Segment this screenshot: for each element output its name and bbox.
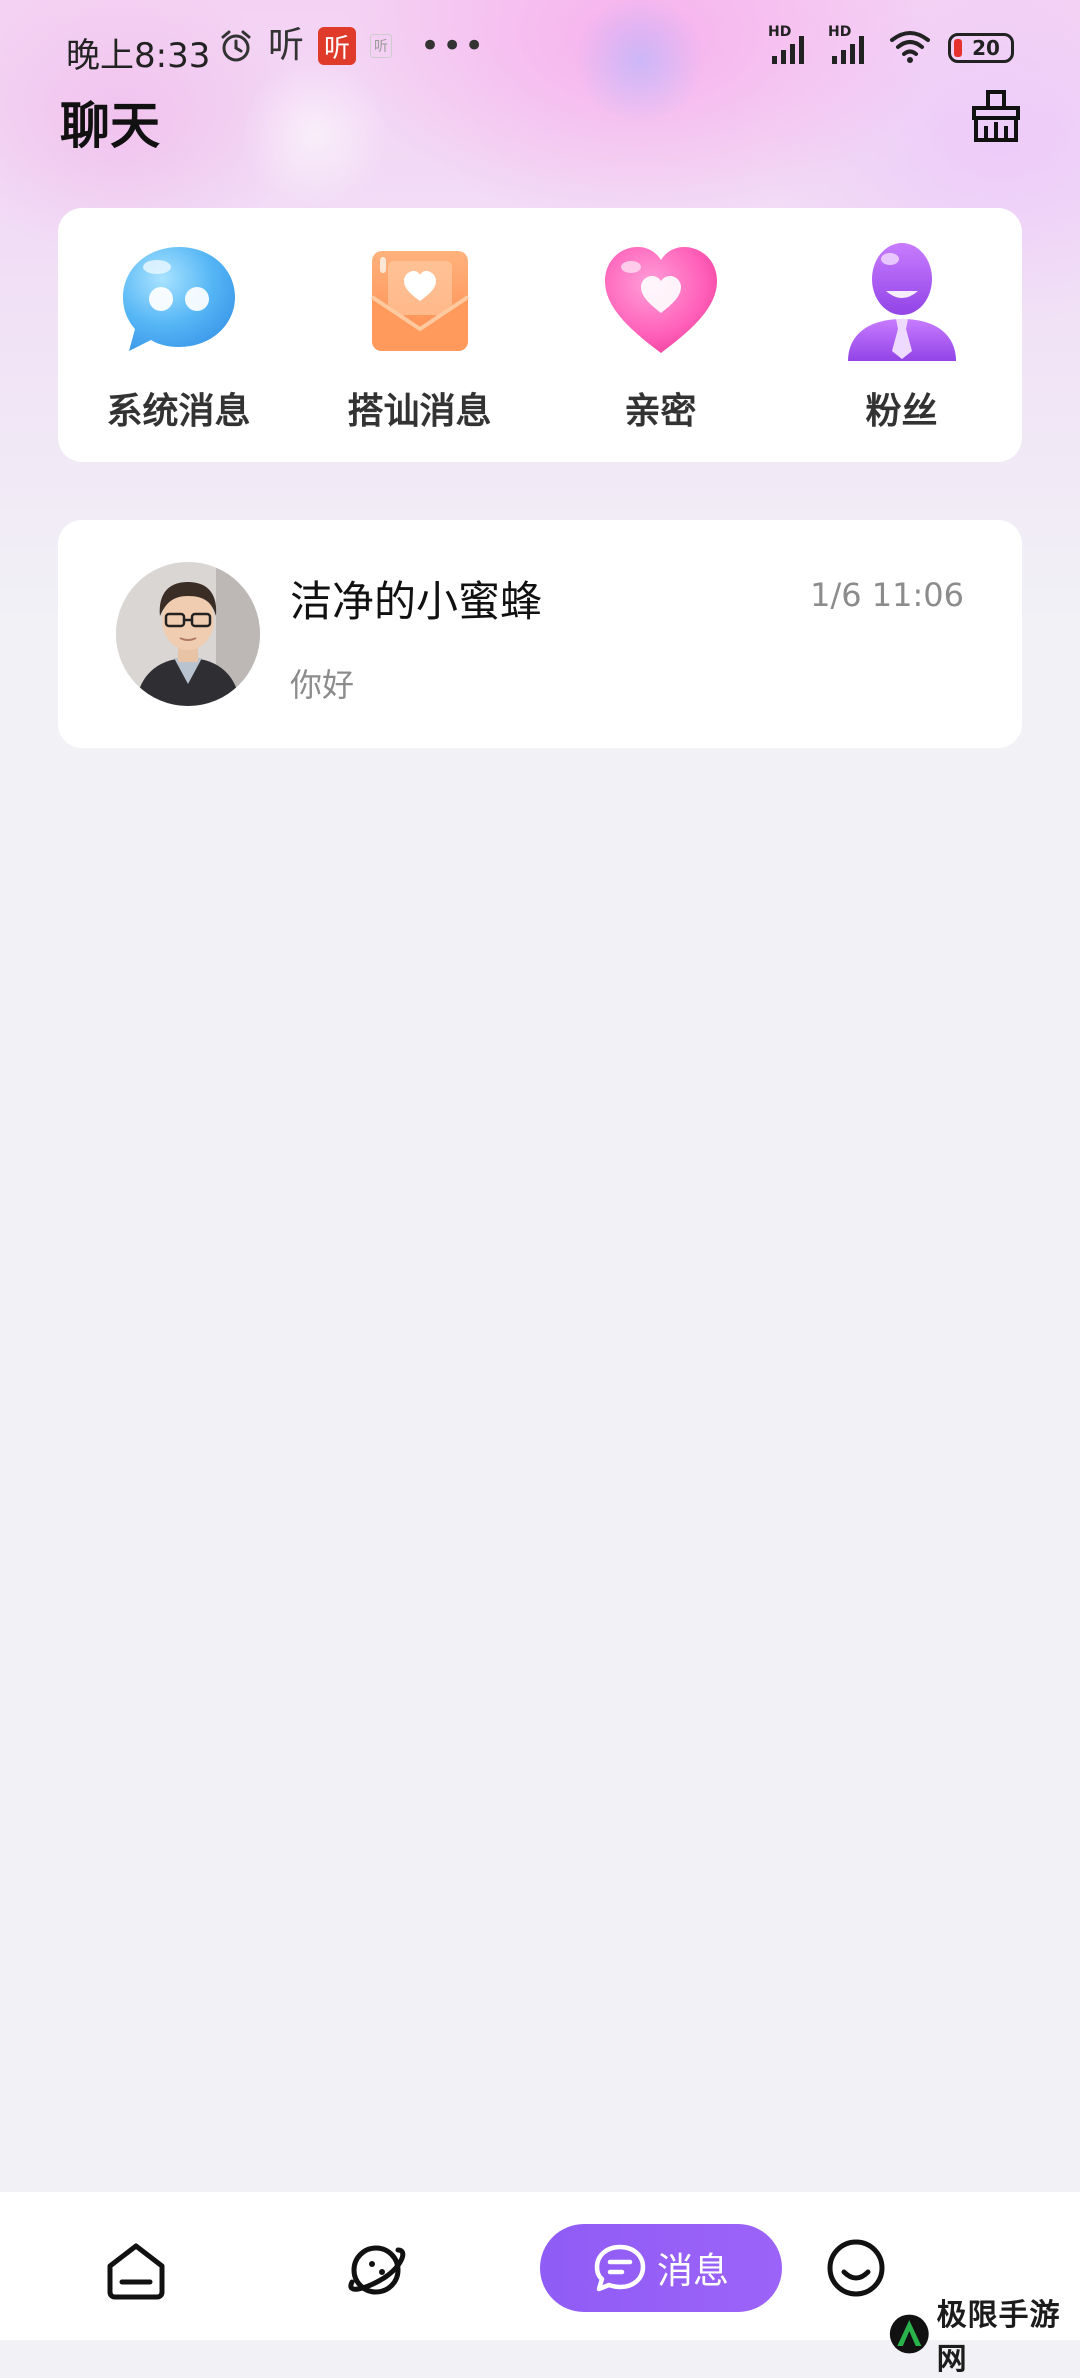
broom-icon	[972, 90, 1020, 142]
quick-entry-label: 粉丝	[865, 391, 938, 432]
quick-entry-label: 搭讪消息	[347, 391, 492, 432]
conversation-preview: 你好	[290, 666, 355, 704]
status-system-icons: HD HD 20	[768, 24, 1014, 68]
battery-icon: 20	[948, 33, 1014, 63]
watermark-text: 极限手游网	[936, 2298, 1061, 2377]
smiley-face-icon	[827, 2239, 885, 2297]
conversation-name: 洁净的小蜜蜂	[290, 577, 543, 626]
quick-entry-fans[interactable]: 粉丝	[802, 236, 1002, 434]
nav-home-button[interactable]	[100, 2234, 172, 2306]
nav-profile-button[interactable]	[820, 2232, 892, 2304]
watermark-logo-icon	[889, 2314, 929, 2354]
quick-entries-card: 系统消息 搭讪消息 亲密 粉丝	[58, 208, 1022, 462]
status-notification-icons: 听 听 听 •••	[218, 26, 486, 66]
ting-app-icon: 听	[268, 25, 305, 66]
chat-bubble-icon	[114, 236, 244, 366]
nav-messages-label: 消息	[656, 2251, 729, 2292]
nav-messages-button[interactable]: 消息	[540, 2224, 782, 2312]
header: 聊天	[0, 80, 1080, 160]
battery-level: 20	[972, 36, 1000, 60]
status-time: 晚上8:33	[66, 36, 211, 76]
avatar[interactable]	[116, 562, 260, 706]
watermark: 极限手游网	[888, 2290, 1080, 2378]
page-title: 聊天	[60, 97, 160, 155]
more-notifications-icon: •••	[420, 26, 487, 66]
conversation-item[interactable]: 洁净的小蜜蜂 1/6 11:06 你好	[58, 520, 1022, 748]
message-bubble-icon	[594, 2244, 646, 2292]
wifi-icon	[888, 28, 932, 68]
signal-icon: HD	[768, 24, 812, 66]
envelope-heart-icon	[355, 236, 485, 366]
signal-icon-2: HD	[828, 24, 872, 66]
small-ting-icon: 听	[370, 34, 393, 58]
bottom-navigation: 消息 极限手游网	[0, 2192, 1080, 2377]
nav-discover-button[interactable]	[340, 2234, 412, 2306]
quick-entry-label: 亲密	[624, 391, 697, 432]
planet-icon	[348, 2245, 406, 2295]
heart-icon	[596, 236, 726, 366]
home-icon	[107, 2243, 165, 2300]
quick-entry-label: 系统消息	[106, 391, 251, 432]
quick-entry-system-messages[interactable]: 系统消息	[79, 236, 279, 434]
ting-badge-icon: 听	[318, 27, 357, 65]
alarm-icon	[218, 28, 254, 64]
quick-entry-intimate[interactable]: 亲密	[561, 236, 761, 434]
conversation-time: 1/6 11:06	[810, 576, 964, 614]
clear-messages-button[interactable]	[966, 86, 1026, 146]
quick-entry-greeting-messages[interactable]: 搭讪消息	[320, 236, 520, 434]
fan-person-icon	[837, 236, 967, 366]
